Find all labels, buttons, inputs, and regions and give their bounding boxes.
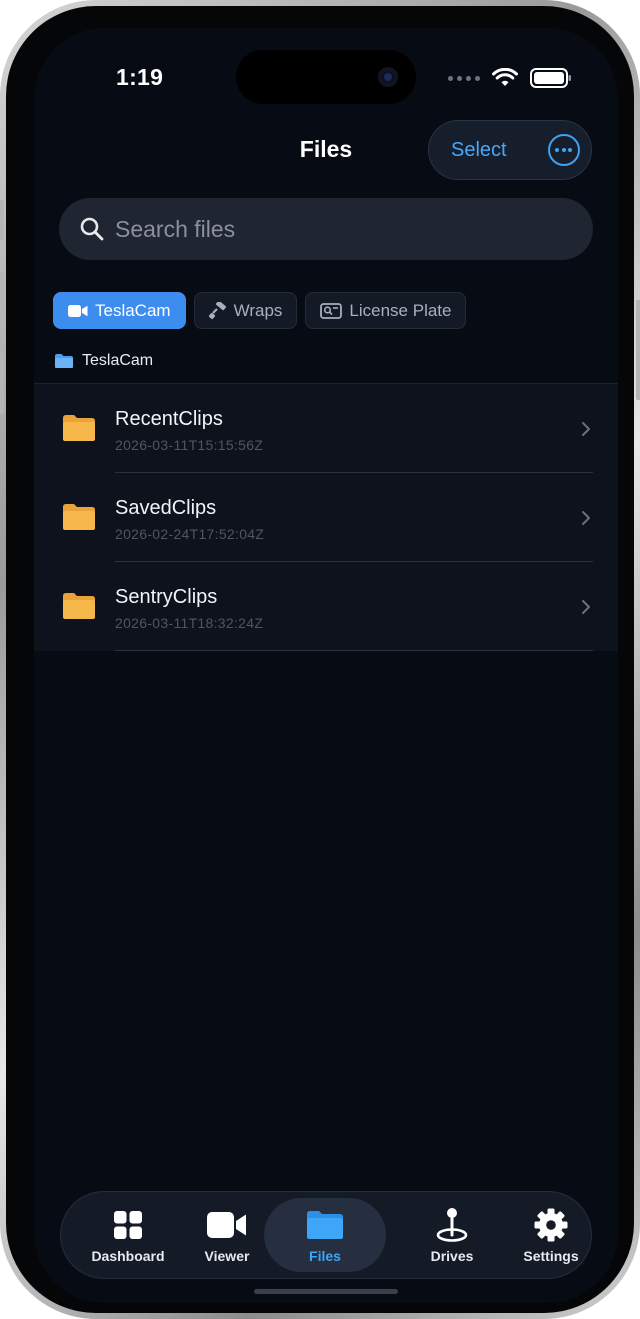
tab-label: Files: [309, 1248, 341, 1264]
search-input[interactable]: [115, 215, 555, 243]
folder-date: 2026-03-11T15:15:56Z: [115, 437, 264, 453]
chip-teslacam[interactable]: TeslaCam: [53, 292, 186, 329]
breadcrumb-label: TeslaCam: [82, 352, 154, 369]
folder-icon: [307, 1211, 343, 1239]
folder-date: 2026-03-11T18:32:24Z: [115, 615, 264, 631]
folder-icon: [63, 415, 95, 441]
tab-settings[interactable]: Settings: [501, 1192, 601, 1280]
action-button: [0, 200, 4, 240]
folder-name: SavedClips: [115, 497, 217, 519]
tab-label: Viewer: [204, 1248, 250, 1264]
chevron-right-icon: [582, 511, 590, 525]
nav-actions: Select: [428, 120, 592, 180]
status-icons: [448, 68, 572, 88]
folder-icon: [63, 504, 95, 530]
battery-icon: [530, 68, 571, 88]
chip-wraps[interactable]: Wraps: [193, 292, 298, 329]
folder-name: RecentClips: [115, 408, 223, 430]
tab-label: Dashboard: [91, 1248, 165, 1264]
camera-icon: [378, 67, 398, 87]
tab-label: Drives: [430, 1248, 474, 1264]
volume-down-button: [0, 352, 4, 414]
wifi-icon: [492, 68, 518, 86]
chevron-right-icon: [582, 600, 590, 614]
license-plate-icon: [320, 302, 343, 319]
select-button[interactable]: Select: [451, 139, 548, 162]
chevron-right-icon: [582, 422, 590, 436]
chip-label: TeslaCam: [95, 300, 171, 320]
search-icon: [80, 217, 104, 241]
tab-dashboard[interactable]: Dashboard: [78, 1192, 178, 1280]
dynamic-island: [236, 50, 416, 104]
divider: [115, 650, 593, 651]
cellular-signal-icon: [448, 75, 480, 81]
paint-roller-icon: [208, 301, 226, 319]
tab-bar: Dashboard Viewer Files Drives Settings: [60, 1191, 592, 1279]
chip-license-plate[interactable]: License Plate: [305, 292, 467, 329]
folder-list: RecentClips 2026-03-11T15:15:56Z SavedCl…: [34, 383, 618, 651]
phone-bezel: 1:19 Files Select Search files TeslaCam …: [6, 6, 634, 1313]
tab-viewer[interactable]: Viewer: [177, 1192, 277, 1280]
home-indicator: [254, 1289, 398, 1294]
status-time: 1:19: [116, 64, 164, 90]
tab-label: Settings: [523, 1248, 579, 1264]
tab-drives[interactable]: Drives: [402, 1192, 502, 1280]
more-options-icon[interactable]: [548, 134, 580, 166]
list-item-savedclips[interactable]: SavedClips 2026-02-24T17:52:04Z: [34, 473, 618, 562]
search-bar[interactable]: [59, 198, 593, 260]
list-item-sentryclips[interactable]: SentryClips 2026-03-11T18:32:24Z: [34, 562, 618, 651]
folder-date: 2026-02-24T17:52:04Z: [115, 526, 265, 542]
folder-icon: [63, 593, 95, 619]
tab-files[interactable]: Files: [264, 1198, 386, 1272]
folder-icon: [55, 354, 73, 368]
map-pin-icon: [436, 1208, 468, 1242]
grid-icon: [114, 1211, 142, 1239]
category-chips: TeslaCam Wraps License Plate: [53, 292, 467, 329]
chip-label: Wraps: [233, 300, 283, 320]
folder-name: SentryClips: [115, 586, 218, 608]
volume-up-button: [0, 272, 4, 334]
screen: 1:19 Files Select Search files TeslaCam …: [34, 28, 618, 1303]
chip-label: License Plate: [349, 300, 452, 320]
phone-frame: 1:19 Files Select Search files TeslaCam …: [0, 0, 640, 1319]
video-icon: [207, 1212, 246, 1238]
power-button: [636, 300, 640, 400]
breadcrumb[interactable]: TeslaCam: [54, 352, 153, 370]
gear-icon: [534, 1208, 568, 1242]
list-item-recentclips[interactable]: RecentClips 2026-03-11T15:15:56Z: [34, 384, 618, 473]
video-icon: [68, 304, 88, 317]
